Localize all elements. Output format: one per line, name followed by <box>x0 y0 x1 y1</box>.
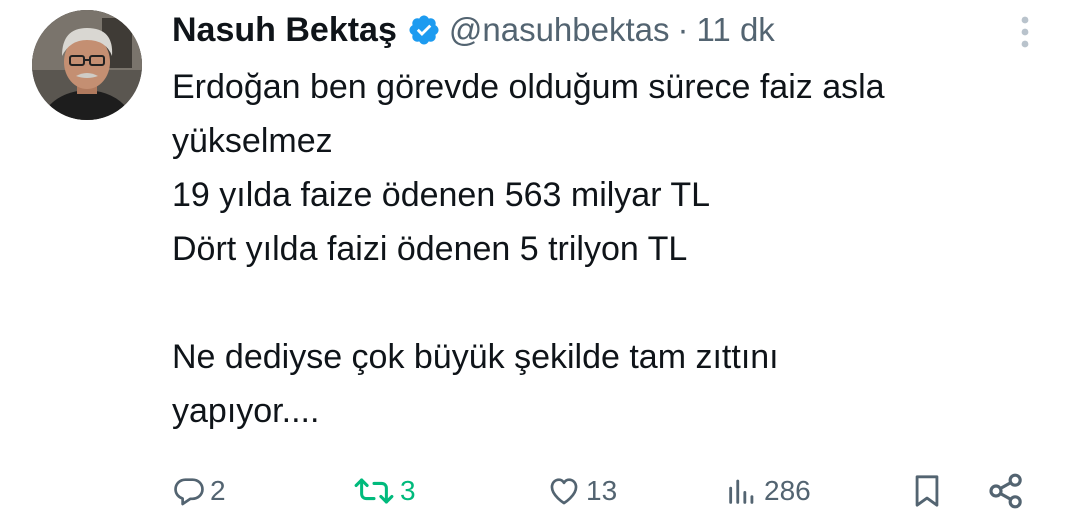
retweet-icon <box>352 474 396 508</box>
tweet-header: Nasuh Bektaş @nasuhbektas · 11 dk <box>172 6 775 54</box>
author-handle[interactable]: @nasuhbektas <box>449 11 670 49</box>
like-count: 13 <box>586 475 618 506</box>
tweet-line: yükselmez <box>172 122 333 160</box>
header-separator: · <box>677 11 689 48</box>
views-button[interactable]: 286 <box>724 466 811 516</box>
retweet-button[interactable]: 3 <box>352 466 416 516</box>
tweet-timestamp[interactable]: 11 dk <box>697 11 775 49</box>
tweet-line: Dört yılda faizi ödenen 5 trilyon TL <box>172 230 688 268</box>
tweet-line: 19 yılda faize ödenen 563 milyar TL <box>172 176 711 214</box>
retweet-count: 3 <box>400 475 416 506</box>
tweet-line: Ne dediyse çok büyük şekilde tam zıttını <box>172 338 779 376</box>
tweet-line: Erdoğan ben görevde olduğum sürece faiz … <box>172 68 885 106</box>
views-count: 286 <box>764 475 811 506</box>
like-button[interactable]: 13 <box>546 466 617 516</box>
reply-icon <box>172 474 206 508</box>
action-bar: 2 3 13 286 <box>0 466 1068 516</box>
reply-button[interactable]: 2 <box>172 466 226 516</box>
avatar-image <box>32 10 142 120</box>
bookmark-button[interactable] <box>910 466 944 516</box>
avatar[interactable] <box>32 10 142 120</box>
tweet-text: Erdoğan ben görevde olduğum sürece faiz … <box>172 60 1052 438</box>
bookmark-icon <box>910 472 944 510</box>
reply-count: 2 <box>210 475 226 506</box>
author-name[interactable]: Nasuh Bektaş <box>172 11 397 50</box>
views-bars-icon <box>724 474 760 508</box>
share-button[interactable] <box>986 466 1026 516</box>
tweet-line: yapıyor.... <box>172 392 320 430</box>
more-dots-icon[interactable] <box>1010 12 1040 52</box>
verified-badge-icon <box>407 13 441 47</box>
share-icon <box>986 471 1026 511</box>
heart-icon <box>546 474 582 508</box>
